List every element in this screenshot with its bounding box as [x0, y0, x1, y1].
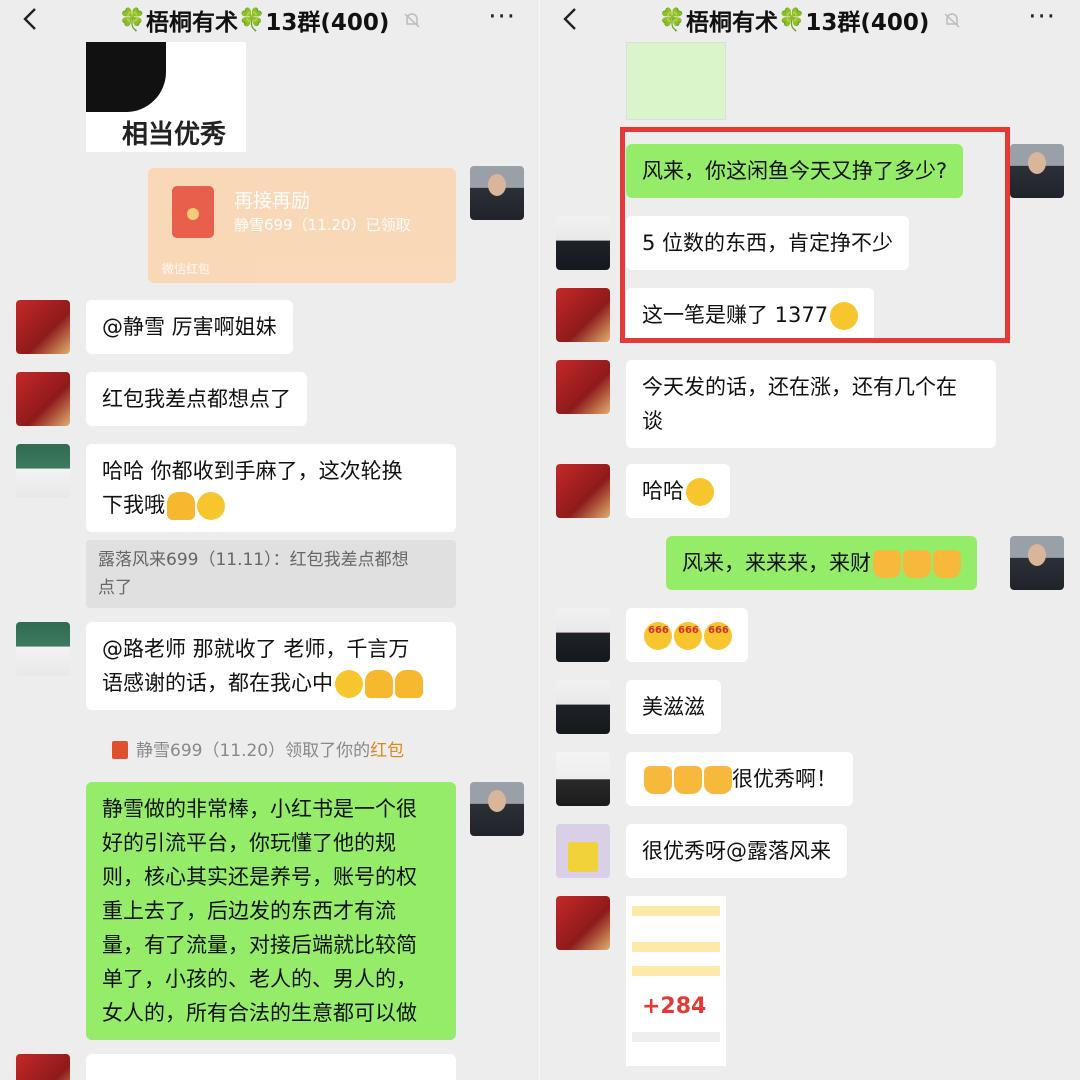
message-line: 哈哈 你都收到手麻了，这次轮换 — [102, 459, 403, 483]
chat-bubble[interactable]: @静雪 厉害啊姐妹 — [86, 300, 293, 354]
avatar[interactable] — [556, 360, 610, 414]
message-line: 谈 — [642, 409, 663, 433]
avatar[interactable] — [556, 896, 610, 950]
chat-bubble[interactable]: 哈哈 — [626, 464, 730, 518]
system-notice: 静雪699（11.20）领取了你的红包 — [112, 736, 404, 761]
chat-bubble[interactable]: @路老师 那就收了 老师，千言万 语感谢的话，都在我心中 — [86, 622, 456, 710]
pray-emoji-icon — [167, 492, 195, 520]
message-line: 下我哦 — [102, 493, 165, 517]
avatar[interactable] — [16, 300, 70, 354]
avatar[interactable] — [556, 216, 610, 270]
avatar[interactable] — [556, 464, 610, 518]
thumbs-up-icon — [86, 42, 166, 112]
chat-header: 🍀梧桐有术🍀13群(400) ··· — [0, 0, 540, 40]
666-emoji-icon — [674, 614, 702, 650]
group-title: 🍀梧桐有术🍀13群(400) — [540, 3, 1080, 37]
message-line: 静雪做的非常棒，小红书是一个很 — [102, 797, 417, 821]
red-packet-title: 再接再励 — [234, 190, 311, 212]
chat-bubble[interactable]: 红包我差点都想点了 — [86, 372, 307, 426]
avatar[interactable] — [556, 752, 610, 806]
red-packet-message[interactable]: 再接再励 静雪699（11.20）已领取 微信红包 — [148, 168, 456, 283]
thumbs-up-emoji-icon — [674, 766, 702, 794]
thinking-emoji-icon — [335, 670, 363, 698]
avatar[interactable] — [556, 608, 610, 662]
left-chat-panel: 🍀梧桐有术🍀13群(400) ··· 相当优秀 再接再励 静雪699（11.20… — [0, 0, 540, 1080]
pray-emoji-icon — [365, 670, 393, 698]
message-text: 风来，来来来，来财 — [682, 551, 871, 575]
laugh-emoji-icon — [686, 478, 714, 506]
thumbs-up-emoji-icon — [873, 550, 901, 578]
chat-bubble[interactable]: 哈哈 你都收到手麻了，这次轮换 下我哦 — [86, 444, 456, 532]
avatar[interactable] — [556, 288, 610, 342]
chat-bubble[interactable]: 很优秀呀@露落风来 — [626, 824, 847, 878]
avatar[interactable] — [16, 444, 70, 498]
red-envelope-icon — [172, 186, 214, 238]
avatar[interactable] — [556, 680, 610, 734]
avatar[interactable] — [1010, 536, 1064, 590]
screenshot-image[interactable] — [626, 42, 726, 120]
avatar[interactable] — [16, 372, 70, 426]
chat-bubble[interactable]: 风来，来来来，来财 — [666, 536, 977, 590]
mute-bell-icon — [944, 13, 960, 28]
avatar[interactable] — [470, 782, 524, 836]
message-line: 量，有了流量，对接后端就比较简 — [102, 933, 417, 957]
sticker-caption: 相当优秀 — [122, 120, 227, 150]
red-packet-link[interactable]: 红包 — [370, 741, 404, 761]
order-handwritten-number: +284 — [642, 994, 707, 1019]
clover-icon: 🍀 — [658, 7, 686, 33]
message-line: 女人的，所有合法的生意都可以做 — [102, 1001, 417, 1025]
666-emoji-icon — [644, 614, 672, 650]
clover-icon: 🍀 — [118, 7, 146, 33]
group-name: 梧桐有术 — [685, 10, 778, 36]
message-line: 单了，小孩的、老人的、男人的， — [102, 967, 417, 991]
message-text: 很优秀啊！ — [732, 767, 837, 791]
highlight-frame — [620, 127, 1010, 343]
clover-icon: 🍀 — [777, 7, 806, 33]
more-options-icon[interactable]: ··· — [488, 2, 516, 32]
thumbs-up-emoji-icon — [903, 550, 931, 578]
group-name: 梧桐有术 — [145, 10, 238, 36]
chat-bubble[interactable]: 今天发的话，还在涨，还有几个在 谈 — [626, 360, 996, 448]
thumbs-up-emoji-icon — [704, 766, 732, 794]
group-count: 13群(400) — [805, 10, 930, 36]
pray-emoji-icon — [395, 670, 423, 698]
group-count: 13群(400) — [265, 10, 390, 36]
chat-bubble[interactable] — [86, 1054, 456, 1080]
avatar[interactable] — [1010, 144, 1064, 198]
666-emoji-icon — [704, 614, 732, 650]
avatar[interactable] — [470, 166, 524, 220]
message-line: 好的引流平台，你玩懂了他的规 — [102, 831, 396, 855]
mute-bell-icon — [404, 13, 420, 28]
chat-header: 🍀梧桐有术🍀13群(400) ··· — [540, 0, 1080, 40]
chat-bubble[interactable]: 美滋滋 — [626, 680, 721, 734]
message-line: 重上去了，后边发的东西才有流 — [102, 899, 396, 923]
message-line: 今天发的话，还在涨，还有几个在 — [642, 375, 957, 399]
chat-bubble[interactable] — [626, 608, 748, 662]
chat-bubble[interactable]: 静雪做的非常棒，小红书是一个很 好的引流平台，你玩懂了他的规 则，核心其实还是养… — [86, 782, 456, 1040]
group-title: 🍀梧桐有术🍀13群(400) — [0, 3, 540, 37]
chat-bubble[interactable]: 很优秀啊！ — [626, 752, 853, 806]
sticker-image[interactable]: 相当优秀 — [86, 42, 246, 152]
right-chat-panel: 🍀梧桐有术🍀13群(400) ··· 风来，你这闲鱼今天又挣了多少? 5 位数的… — [540, 0, 1080, 1080]
clover-icon: 🍀 — [237, 7, 266, 33]
red-packet-status: 静雪699（11.20）已领取 — [234, 216, 411, 234]
red-packet-icon — [112, 741, 128, 759]
avatar[interactable] — [556, 824, 610, 878]
system-text: 静雪699（11.20）领取了你的 — [136, 741, 371, 761]
avatar[interactable] — [16, 1054, 70, 1080]
more-options-icon[interactable]: ··· — [1028, 2, 1056, 32]
quoted-message[interactable]: 露落风来699（11.11）：红包我差点都想 点了 — [86, 540, 456, 608]
quote-line: 点了 — [98, 578, 132, 598]
thumbs-up-emoji-icon — [933, 550, 961, 578]
quote-line: 露落风来699（11.11）：红包我差点都想 — [98, 550, 409, 570]
message-line: 语感谢的话，都在我心中 — [102, 671, 333, 695]
message-line: @路老师 那就收了 老师，千言万 — [102, 637, 410, 661]
thinking-emoji-icon — [197, 492, 225, 520]
message-line: 则，核心其实还是养号，账号的权 — [102, 865, 417, 889]
message-text: 哈哈 — [642, 479, 684, 503]
avatar[interactable] — [16, 622, 70, 676]
red-packet-footer: 微信红包 — [162, 262, 211, 276]
thumbs-up-emoji-icon — [644, 766, 672, 794]
order-screenshot-image[interactable]: +284 — [626, 896, 726, 1066]
